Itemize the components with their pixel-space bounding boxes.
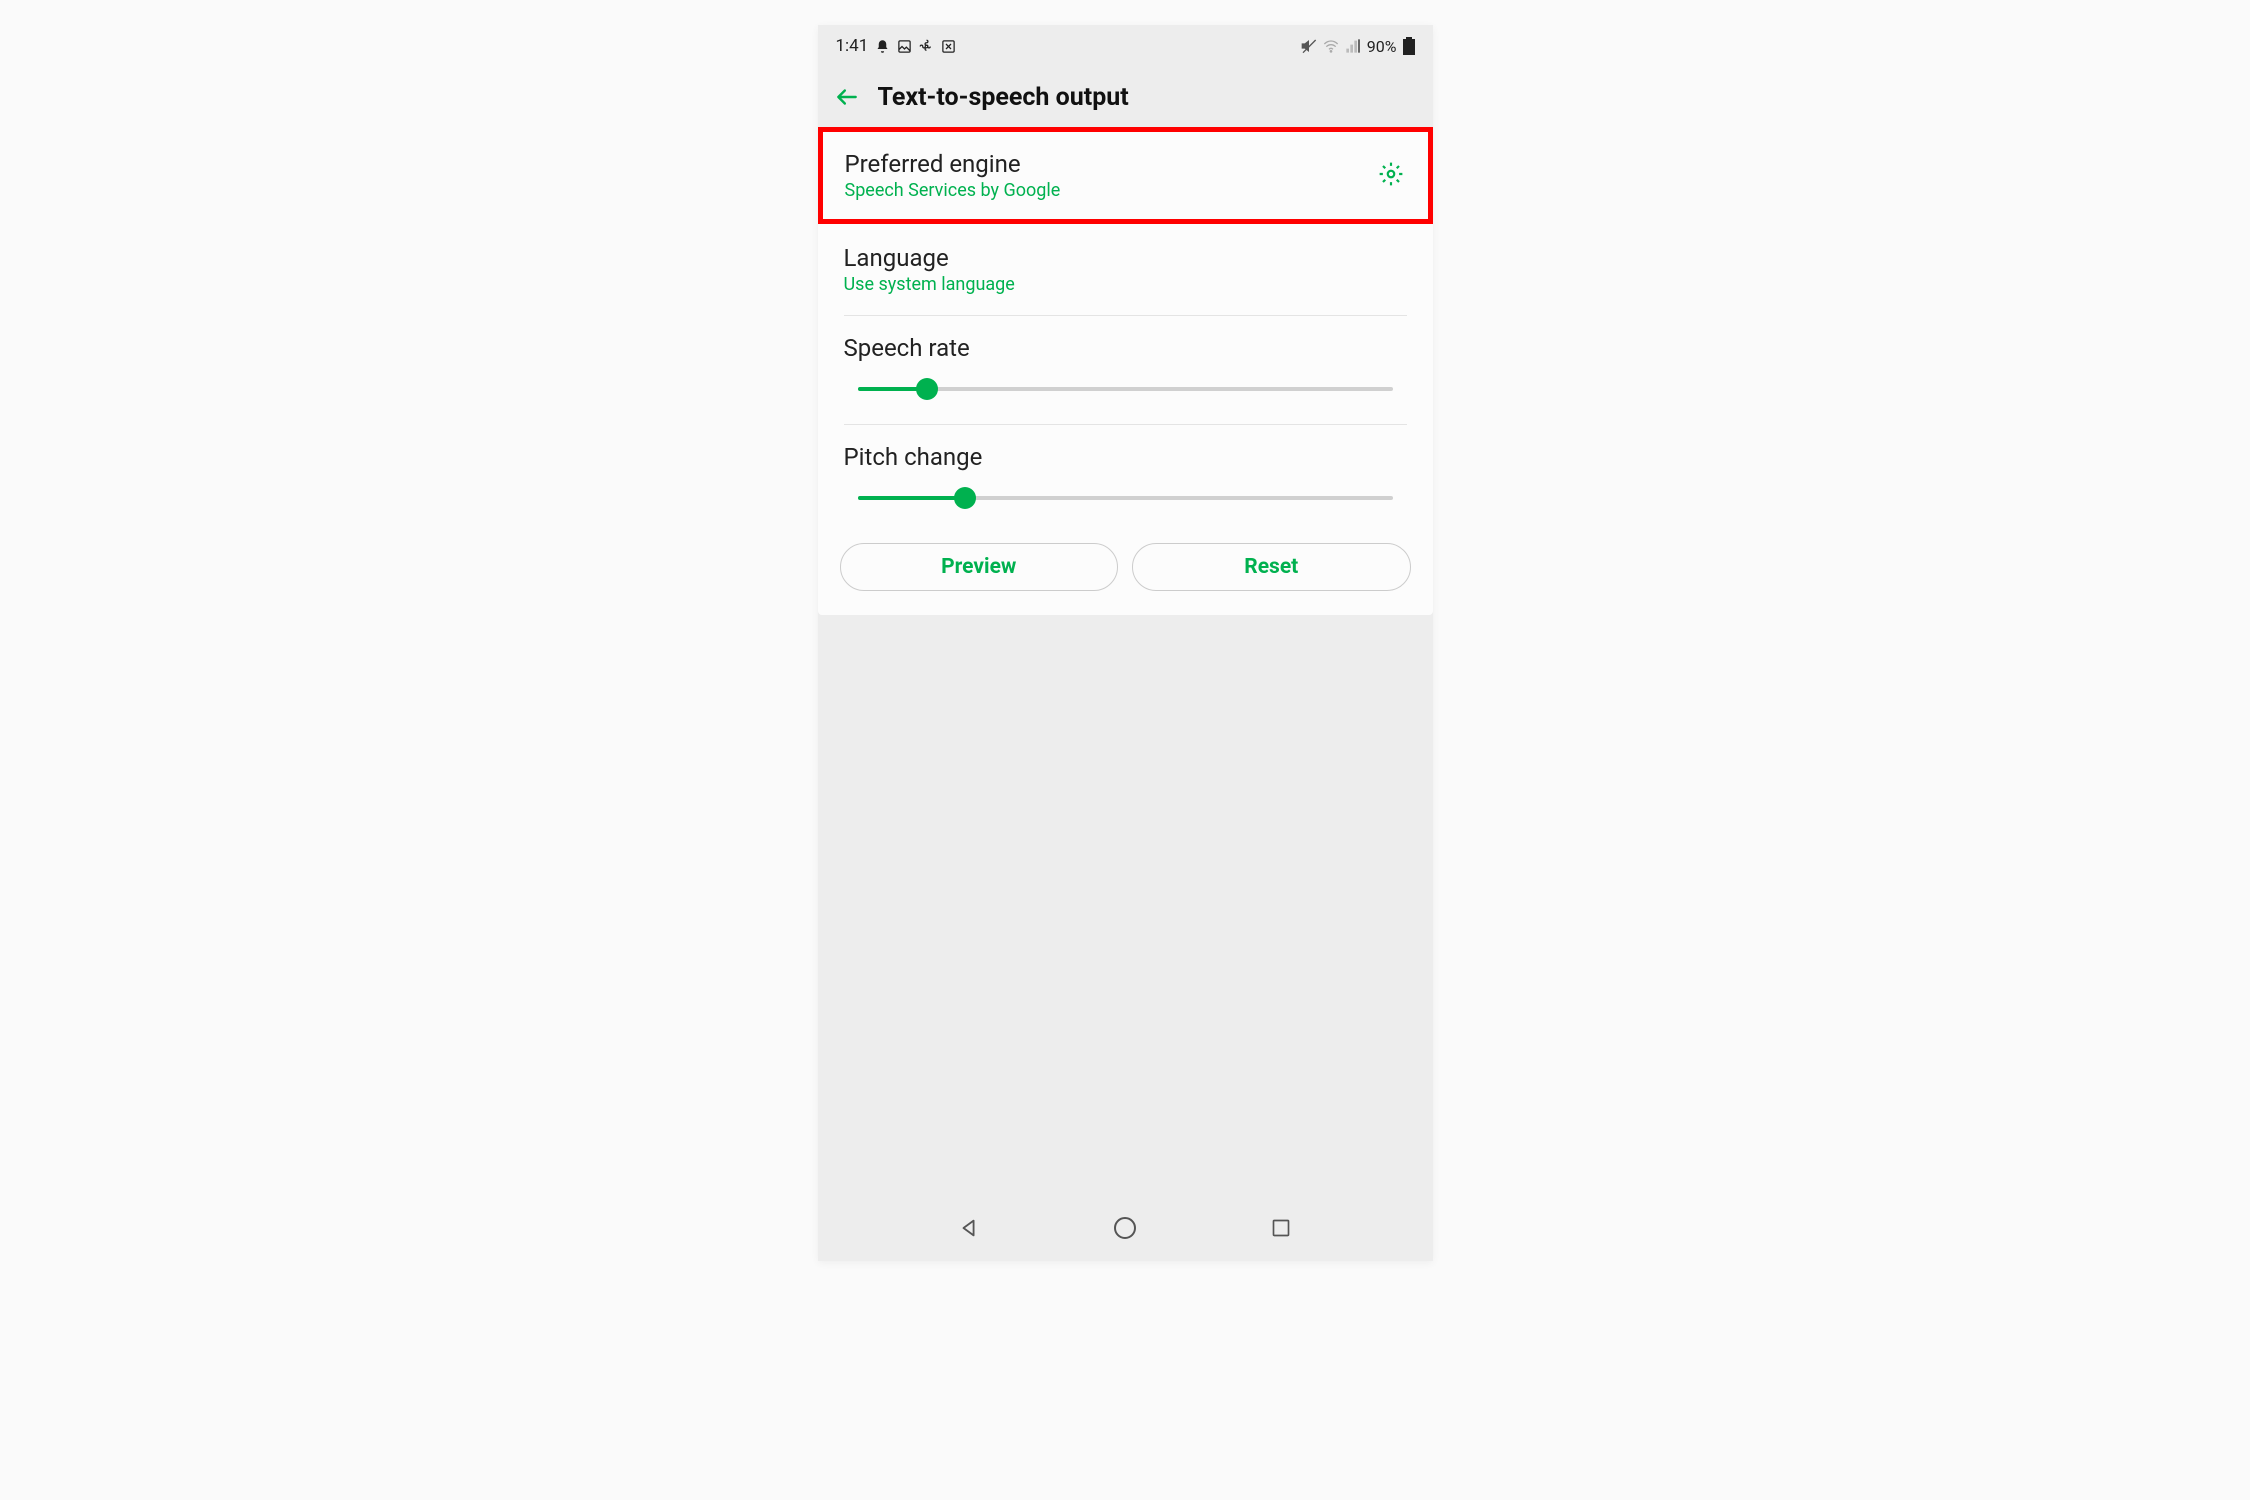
battery-icon bbox=[1403, 37, 1415, 55]
settings-card: Preferred engine Speech Services by Goog… bbox=[818, 127, 1433, 615]
nav-recent-icon[interactable] bbox=[1268, 1215, 1294, 1241]
gear-icon[interactable] bbox=[1378, 161, 1404, 191]
signal-icon bbox=[1345, 38, 1361, 54]
battery-percent: 90% bbox=[1367, 37, 1397, 56]
speech-rate-thumb[interactable] bbox=[916, 378, 938, 400]
close-box-icon bbox=[941, 39, 956, 54]
status-bar: 1:41 90% bbox=[818, 25, 1433, 67]
pitch-slider[interactable] bbox=[858, 489, 1393, 507]
phone-frame: 1:41 90% bbox=[818, 25, 1433, 1261]
language-value: Use system language bbox=[844, 274, 1407, 295]
fan-icon bbox=[919, 39, 934, 54]
language-row[interactable]: Language Use system language bbox=[818, 224, 1433, 315]
engine-label: Preferred engine bbox=[845, 150, 1406, 178]
engine-value: Speech Services by Google bbox=[845, 180, 1406, 201]
pitch-thumb[interactable] bbox=[954, 487, 976, 509]
app-bar: Text-to-speech output bbox=[818, 67, 1433, 127]
speech-rate-slider[interactable] bbox=[858, 380, 1393, 398]
reset-button[interactable]: Reset bbox=[1132, 543, 1411, 591]
status-left: 1:41 bbox=[836, 36, 957, 56]
nav-back-icon[interactable] bbox=[956, 1215, 982, 1241]
nav-home-icon[interactable] bbox=[1112, 1215, 1138, 1241]
preview-button[interactable]: Preview bbox=[840, 543, 1119, 591]
preferred-engine-row[interactable]: Preferred engine Speech Services by Goog… bbox=[818, 127, 1433, 224]
status-time: 1:41 bbox=[836, 36, 869, 56]
nav-bar bbox=[818, 1195, 1433, 1261]
pitch-fill bbox=[858, 496, 965, 500]
buttons-row: Preview Reset bbox=[818, 533, 1433, 615]
pitch-label: Pitch change bbox=[844, 443, 1407, 471]
image-icon bbox=[897, 39, 912, 54]
speech-rate-label: Speech rate bbox=[844, 334, 1407, 362]
pitch-row: Pitch change bbox=[818, 425, 1433, 533]
mute-icon bbox=[1301, 38, 1317, 54]
wifi-icon bbox=[1323, 38, 1339, 54]
language-label: Language bbox=[844, 244, 1407, 272]
back-arrow-icon[interactable] bbox=[834, 84, 860, 110]
status-right: 90% bbox=[1301, 37, 1415, 56]
speech-rate-row: Speech rate bbox=[818, 316, 1433, 424]
bell-icon bbox=[875, 39, 890, 54]
page-title: Text-to-speech output bbox=[878, 83, 1129, 112]
